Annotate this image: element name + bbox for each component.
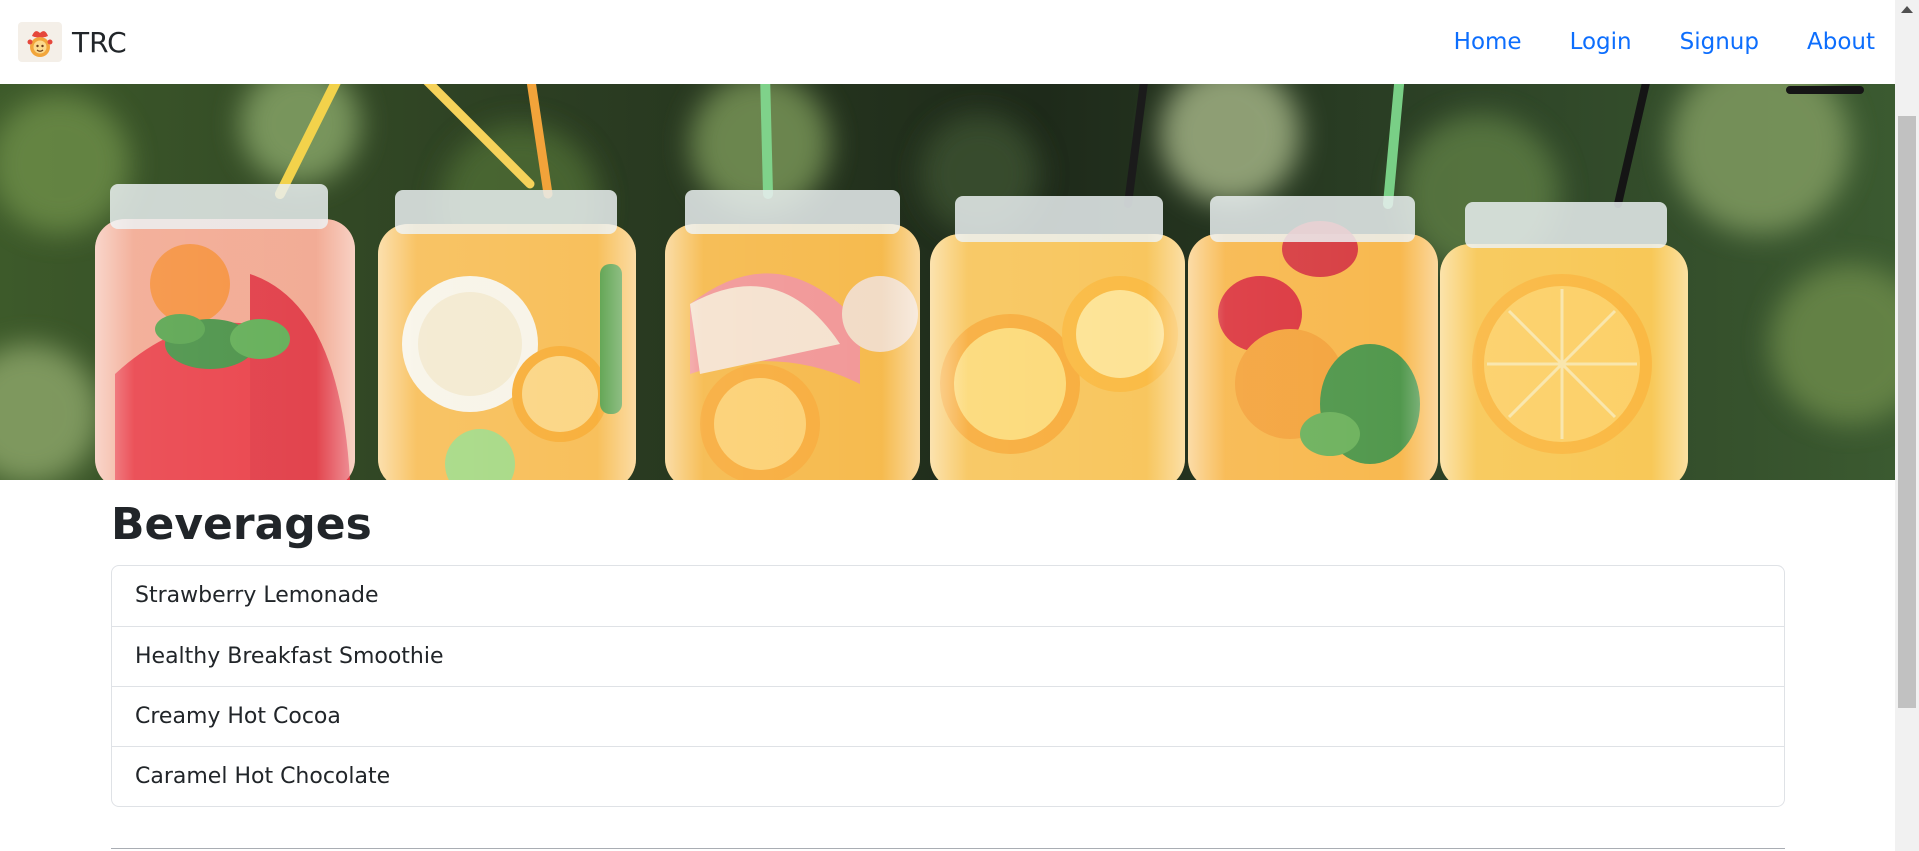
nav-link-login[interactable]: Login bbox=[1570, 29, 1632, 55]
scrollbar-thumb[interactable] bbox=[1898, 116, 1916, 708]
brand-name: TRC bbox=[72, 25, 127, 59]
scroll-up-arrow-icon[interactable] bbox=[1901, 6, 1913, 13]
navbar-brand[interactable]: TRC bbox=[18, 22, 127, 62]
chef-logo-icon bbox=[18, 22, 62, 62]
beverage-item-healthy-breakfast-smoothie[interactable]: Healthy Breakfast Smoothie bbox=[112, 625, 1784, 686]
nav-link-signup[interactable]: Signup bbox=[1680, 29, 1759, 55]
beverage-item-creamy-hot-cocoa[interactable]: Creamy Hot Cocoa bbox=[112, 685, 1784, 746]
divider bbox=[111, 848, 1785, 849]
nav-link-home[interactable]: Home bbox=[1454, 29, 1522, 55]
hero-image bbox=[0, 84, 1895, 480]
beverage-item-strawberry-lemonade[interactable]: Strawberry Lemonade bbox=[112, 566, 1784, 626]
nav-link-about[interactable]: About bbox=[1807, 29, 1875, 55]
main-content: Beverages Strawberry Lemonade Healthy Br… bbox=[111, 499, 1785, 807]
nav-links: Home Login Signup About bbox=[1406, 29, 1875, 55]
navbar: TRC Home Login Signup About bbox=[0, 0, 1895, 84]
page-title: Beverages bbox=[111, 499, 372, 550]
beverage-item-caramel-hot-chocolate[interactable]: Caramel Hot Chocolate bbox=[112, 745, 1784, 806]
vertical-scrollbar[interactable] bbox=[1895, 0, 1919, 851]
beverage-list: Strawberry Lemonade Healthy Breakfast Sm… bbox=[111, 564, 1785, 807]
